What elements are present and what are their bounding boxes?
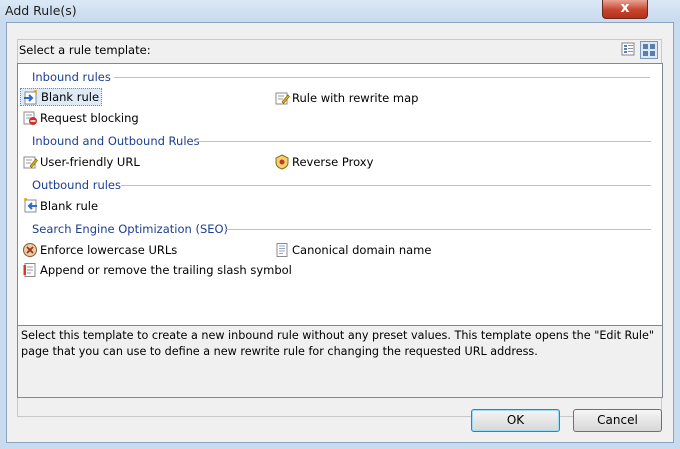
rule-template-list[interactable]: Inbound rules Blank rule Rule with rewri… [17,63,663,326]
block-icon [23,111,37,125]
group-divider [195,141,651,142]
close-button[interactable]: x [602,0,648,19]
close-icon: x [620,0,630,16]
template-label: Blank rule [41,90,100,104]
group-header-inbound: Inbound rules [32,70,111,84]
inbound-rule-icon [24,90,37,105]
template-label: Blank rule [40,199,99,213]
template-enforce-lowercase[interactable]: Enforce lowercase URLs [20,241,179,259]
canonical-icon [276,243,288,257]
proxy-icon [275,154,289,170]
template-reverse-proxy[interactable]: Reverse Proxy [272,153,375,171]
group-divider [121,185,651,186]
template-request-blocking[interactable]: Request blocking [20,109,141,127]
template-prompt: Select a rule template: [19,43,151,57]
rewrite-map-icon [275,92,290,105]
window-title: Add Rule(s) [5,3,77,18]
details-view-icon [621,42,635,56]
outbound-rule-icon [24,198,37,213]
ok-button[interactable]: OK [471,409,560,432]
details-view-button[interactable] [620,41,638,59]
template-label: Rule with rewrite map [292,91,419,105]
title-bar: Add Rule(s) x [0,0,680,22]
group-divider [114,77,650,78]
group-header-outbound: Outbound rules [32,178,121,192]
template-label: User-friendly URL [40,155,140,169]
group-header-seo: Search Engine Optimization (SEO) [32,222,229,236]
cancel-button[interactable]: Cancel [573,409,662,432]
template-outbound-blank-rule[interactable]: Blank rule [20,197,100,215]
template-rewrite-map[interactable]: Rule with rewrite map [272,89,420,107]
tiles-view-icon [643,44,655,56]
template-trailing-slash[interactable]: Append or remove the trailing slash symb… [20,261,294,279]
tiles-view-button[interactable] [640,41,658,59]
template-inbound-blank-rule[interactable]: Blank rule [20,88,103,106]
template-label: Enforce lowercase URLs [40,243,178,257]
slash-icon [23,263,36,277]
edit-url-icon [23,156,38,169]
group-header-inbound-outbound: Inbound and Outbound Rules [32,134,200,148]
group-divider [225,229,651,230]
template-description: Select this template to create a new inb… [17,326,663,398]
dialog-body: Select a rule template: Inbound rules Bl… [6,22,674,443]
template-label: Reverse Proxy [292,155,374,169]
template-label: Request blocking [40,111,139,125]
lowercase-icon [23,243,37,257]
template-user-friendly-url[interactable]: User-friendly URL [20,153,142,171]
template-label: Canonical domain name [292,243,432,257]
template-label: Append or remove the trailing slash symb… [40,263,292,277]
template-canonical-domain[interactable]: Canonical domain name [272,241,433,259]
